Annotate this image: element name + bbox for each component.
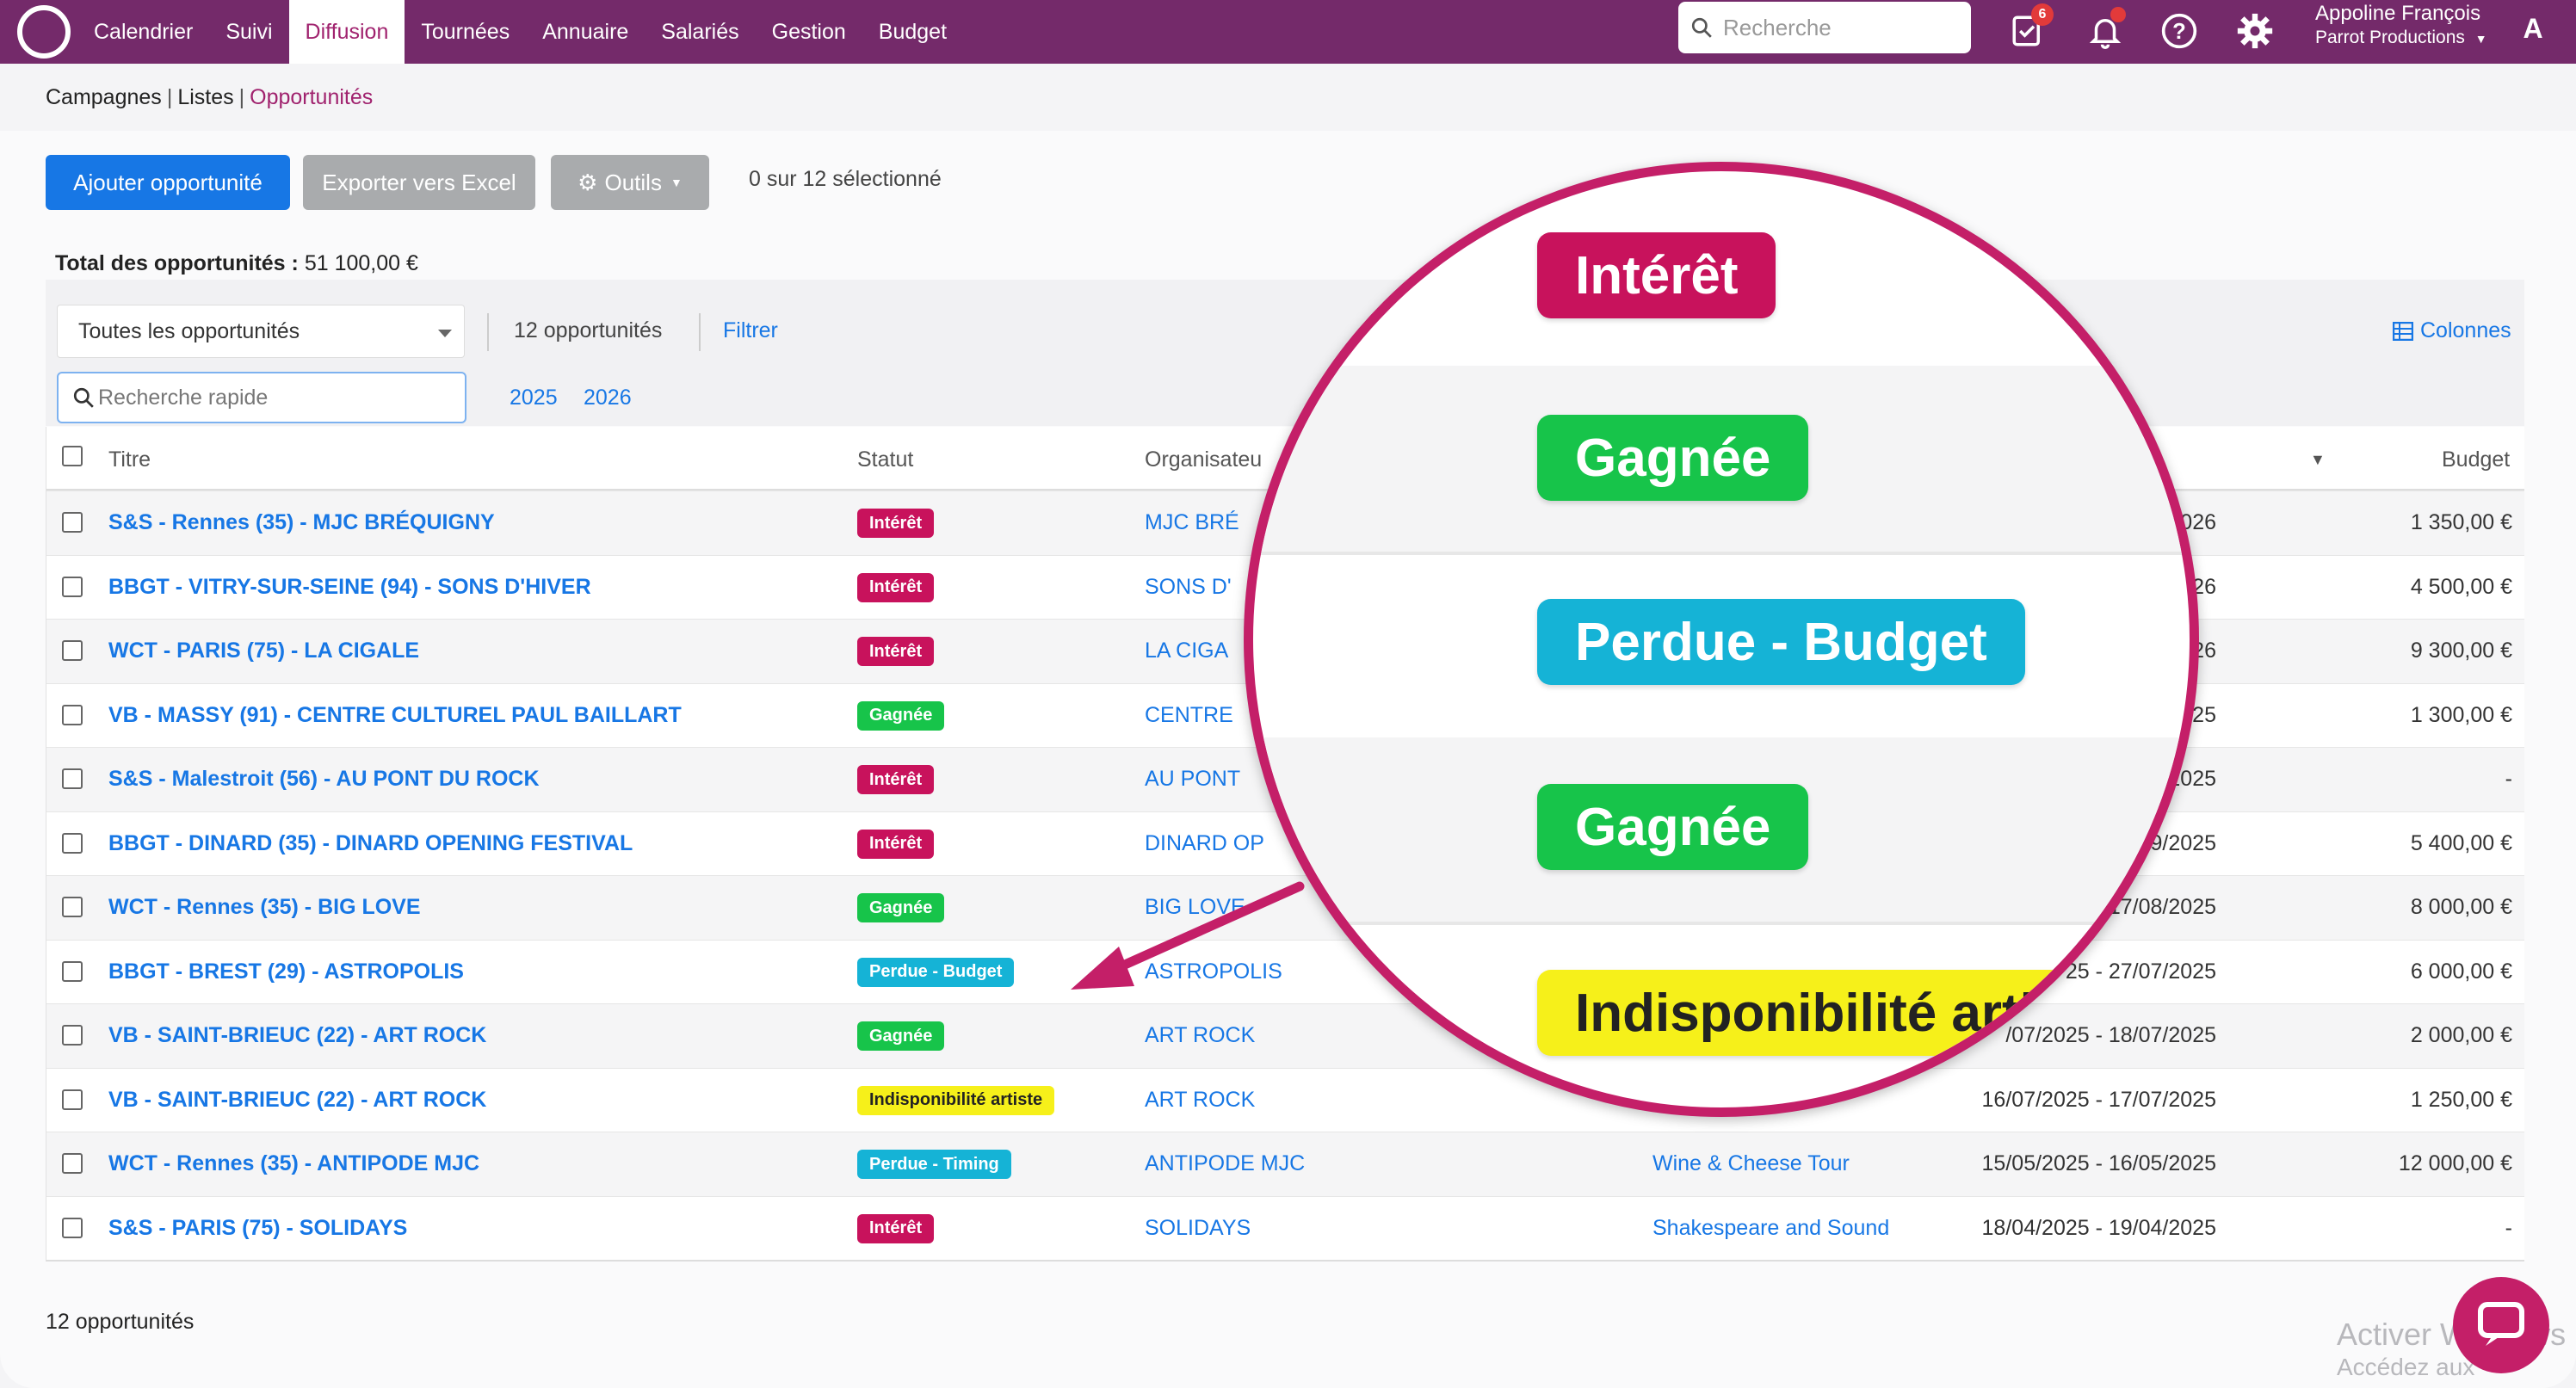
app-frame: Calendrier Suivi Diffusion Tournées Annu… (0, 0, 2576, 1388)
chat-icon (2478, 1302, 2524, 1346)
watermark-line2: Accédez aux paramètres (2337, 1354, 2475, 1388)
chat-button[interactable] (2453, 1277, 2549, 1373)
callout-arrow (1071, 881, 1305, 990)
